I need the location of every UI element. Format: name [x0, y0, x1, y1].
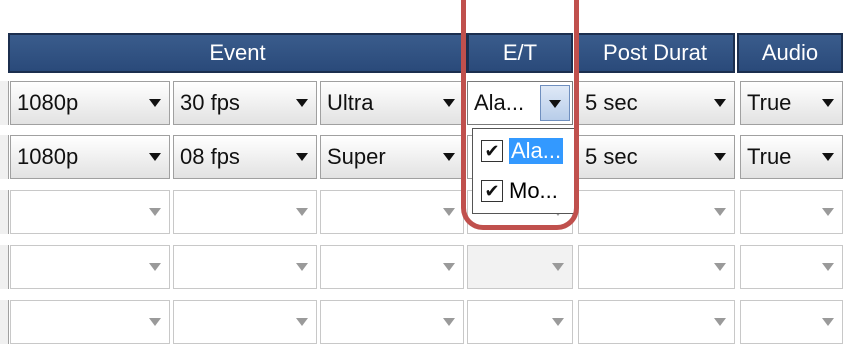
header-post-duration: Post Durat	[575, 33, 735, 73]
header-audio-label: Audio	[761, 40, 819, 65]
empty-combo[interactable]	[320, 245, 464, 289]
audio-combo[interactable]: True	[740, 81, 843, 125]
chevron-down-icon	[443, 153, 455, 161]
empty-combo[interactable]	[740, 190, 843, 234]
chevron-down-icon	[714, 153, 726, 161]
chevron-down-icon	[149, 263, 161, 271]
chevron-down-icon	[714, 318, 726, 326]
quality-value: Super	[327, 144, 386, 169]
chevron-down-icon	[296, 208, 308, 216]
post-duration-combo[interactable]: 5 sec	[578, 135, 735, 179]
empty-combo[interactable]	[740, 245, 843, 289]
chevron-down-icon	[822, 208, 834, 216]
empty-combo[interactable]	[578, 245, 735, 289]
chevron-down-icon	[822, 99, 834, 107]
chevron-down-icon	[149, 153, 161, 161]
header-event: Event	[8, 33, 467, 73]
chevron-down-icon	[149, 318, 161, 326]
post-duration-value: 5 sec	[585, 90, 638, 115]
row-edge	[0, 300, 9, 344]
empty-combo[interactable]	[10, 190, 170, 234]
audio-value: True	[747, 144, 792, 169]
row-edge	[0, 190, 9, 234]
top-band	[0, 0, 851, 20]
fps-value: 30 fps	[180, 90, 240, 115]
audio-combo[interactable]: True	[740, 135, 843, 179]
empty-combo[interactable]	[173, 245, 317, 289]
empty-combo[interactable]	[740, 300, 843, 344]
chevron-down-icon	[714, 208, 726, 216]
post-duration-value: 5 sec	[585, 144, 638, 169]
row-edge	[0, 245, 9, 289]
fps-combo[interactable]: 30 fps	[173, 81, 317, 125]
empty-combo[interactable]	[173, 190, 317, 234]
row-edge	[0, 81, 9, 125]
empty-combo[interactable]	[10, 300, 170, 344]
chevron-down-icon	[822, 153, 834, 161]
chevron-down-icon	[552, 318, 564, 326]
empty-combo[interactable]	[10, 245, 170, 289]
header-post-duration-label: Post Durat	[603, 40, 707, 65]
chevron-down-icon	[149, 99, 161, 107]
empty-combo[interactable]	[578, 190, 735, 234]
empty-combo[interactable]	[467, 300, 573, 344]
chevron-down-icon	[443, 263, 455, 271]
chevron-down-icon	[443, 318, 455, 326]
settings-grid: Event E/T Post Durat Audio 1080p 30 fps …	[0, 0, 851, 346]
quality-value: Ultra	[327, 90, 374, 115]
resolution-value: 1080p	[17, 144, 79, 169]
resolution-combo[interactable]: 1080p	[10, 81, 170, 125]
empty-combo[interactable]	[578, 300, 735, 344]
chevron-down-icon	[822, 318, 834, 326]
chevron-down-icon	[443, 208, 455, 216]
chevron-down-icon	[296, 318, 308, 326]
highlight-annotation	[461, 12, 579, 230]
chevron-down-icon	[149, 208, 161, 216]
quality-combo[interactable]: Super	[320, 135, 464, 179]
empty-combo[interactable]	[173, 300, 317, 344]
audio-value: True	[747, 90, 792, 115]
chevron-down-icon	[822, 263, 834, 271]
post-duration-combo[interactable]: 5 sec	[578, 81, 735, 125]
empty-combo[interactable]	[320, 190, 464, 234]
quality-combo[interactable]: Ultra	[320, 81, 464, 125]
header-event-label: Event	[209, 40, 266, 65]
chevron-down-icon	[443, 99, 455, 107]
chevron-down-icon	[296, 153, 308, 161]
chevron-down-icon	[296, 263, 308, 271]
chevron-down-icon	[296, 99, 308, 107]
fps-combo[interactable]: 08 fps	[173, 135, 317, 179]
resolution-combo[interactable]: 1080p	[10, 135, 170, 179]
row-edge	[0, 135, 9, 179]
resolution-value: 1080p	[17, 90, 79, 115]
fps-value: 08 fps	[180, 144, 240, 169]
chevron-down-icon	[714, 263, 726, 271]
empty-combo[interactable]	[467, 245, 573, 289]
empty-combo[interactable]	[320, 300, 464, 344]
chevron-down-icon	[714, 99, 726, 107]
chevron-down-icon	[552, 263, 564, 271]
header-audio: Audio	[737, 33, 843, 73]
